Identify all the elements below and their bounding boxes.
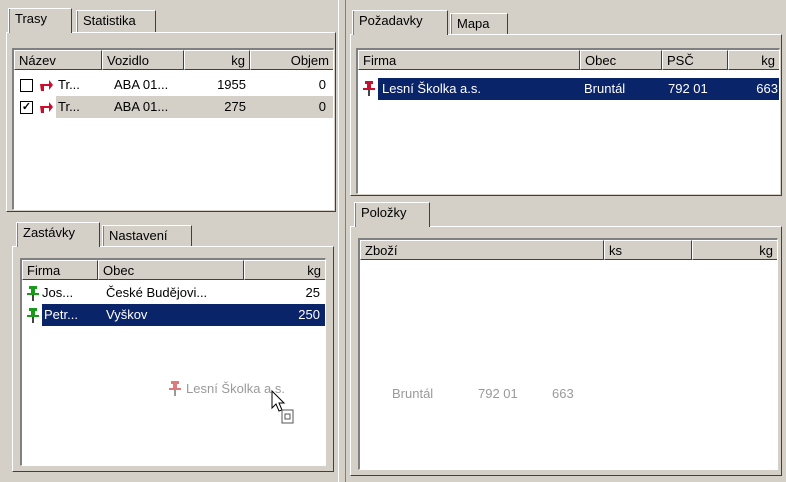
col-nazev[interactable]: Název: [14, 50, 102, 70]
truck-arrow-icon: [40, 102, 53, 113]
col-zbozi[interactable]: Zboží: [360, 240, 604, 260]
col-obec[interactable]: Obec: [580, 50, 662, 70]
tab-pozadavky[interactable]: Požadavky: [352, 10, 448, 35]
stop-city: Vyškov: [106, 307, 148, 322]
request-kg: 663: [756, 81, 778, 96]
tab-zastavky[interactable]: Zastávky: [16, 222, 100, 247]
pushpin-green-icon: [27, 308, 39, 323]
routes-list[interactable]: Název Vozidlo kg Objem Tr... ABA 01... 1…: [12, 48, 334, 210]
pane-splitter[interactable]: [338, 0, 346, 482]
items-list[interactable]: Zboží ks kg Bruntál 792 01 663: [358, 238, 778, 470]
route-volume: 0: [318, 99, 326, 114]
tab-nastaveni[interactable]: Nastavení: [102, 225, 192, 247]
ghost-city: Bruntál: [392, 386, 434, 401]
col-objem[interactable]: Objem: [250, 50, 333, 70]
tab-mapa[interactable]: Mapa: [450, 13, 508, 35]
tab-statistika[interactable]: Statistika: [76, 10, 156, 32]
stop-kg: 25: [305, 285, 320, 300]
ghost-zip: 792 01: [478, 386, 518, 401]
route-row[interactable]: ✓ Tr... ABA 01... 275 0: [14, 96, 333, 118]
route-checkbox[interactable]: [20, 79, 33, 92]
drag-cursor-icon: [271, 390, 294, 424]
col-psc[interactable]: PSČ: [662, 50, 728, 70]
route-vehicle: ABA 01...: [114, 99, 169, 114]
route-name: Tr...: [58, 99, 80, 114]
route-volume: 0: [318, 77, 326, 92]
request-zip: 792 01: [668, 81, 708, 96]
col-kg[interactable]: kg: [692, 240, 777, 260]
requests-list[interactable]: Firma Obec PSČ kg Lesní Školka a.s. Brun…: [356, 48, 780, 194]
col-vozidlo[interactable]: Vozidlo: [102, 50, 184, 70]
col-kg[interactable]: kg: [184, 50, 250, 70]
pushpin-red-icon: [169, 381, 181, 396]
stop-kg: 250: [298, 307, 320, 322]
col-kg[interactable]: kg: [728, 50, 779, 70]
route-kg: 275: [224, 99, 246, 114]
col-obec[interactable]: Obec: [98, 260, 244, 280]
tab-trasy[interactable]: Trasy: [8, 8, 72, 33]
items-list-header: Zboží ks kg: [360, 240, 777, 260]
col-kg[interactable]: kg: [244, 260, 325, 280]
request-firm: Lesní Školka a.s.: [382, 81, 481, 96]
routes-list-header: Název Vozidlo kg Objem: [14, 50, 333, 70]
col-firma[interactable]: Firma: [22, 260, 98, 280]
route-checkbox[interactable]: ✓: [20, 101, 33, 114]
stop-firm: Petr...: [44, 307, 78, 322]
truck-arrow-icon: [40, 80, 53, 91]
stop-row[interactable]: Jos... České Budějovi... 25: [22, 282, 325, 304]
stops-list-header: Firma Obec kg: [22, 260, 325, 280]
stop-firm: Jos...: [42, 285, 74, 300]
route-name: Tr...: [58, 77, 80, 92]
stop-row[interactable]: Petr... Vyškov 250: [22, 304, 325, 326]
requests-list-header: Firma Obec PSČ kg: [358, 50, 779, 70]
pushpin-green-icon: [27, 286, 39, 301]
stops-list[interactable]: Firma Obec kg Jos... České Budějovi... 2…: [20, 258, 326, 466]
route-vehicle: ABA 01...: [114, 77, 169, 92]
route-kg: 1955: [217, 77, 246, 92]
tab-polozky[interactable]: Položky: [354, 202, 430, 227]
stop-city: České Budějovi...: [106, 285, 208, 300]
col-firma[interactable]: Firma: [358, 50, 580, 70]
request-city: Bruntál: [584, 81, 626, 96]
pushpin-red-icon: [363, 81, 375, 96]
route-row[interactable]: Tr... ABA 01... 1955 0: [14, 74, 333, 96]
request-row[interactable]: Lesní Školka a.s. Bruntál 792 01 663: [358, 78, 779, 100]
col-ks[interactable]: ks: [604, 240, 692, 260]
ghost-kg: 663: [552, 386, 574, 401]
